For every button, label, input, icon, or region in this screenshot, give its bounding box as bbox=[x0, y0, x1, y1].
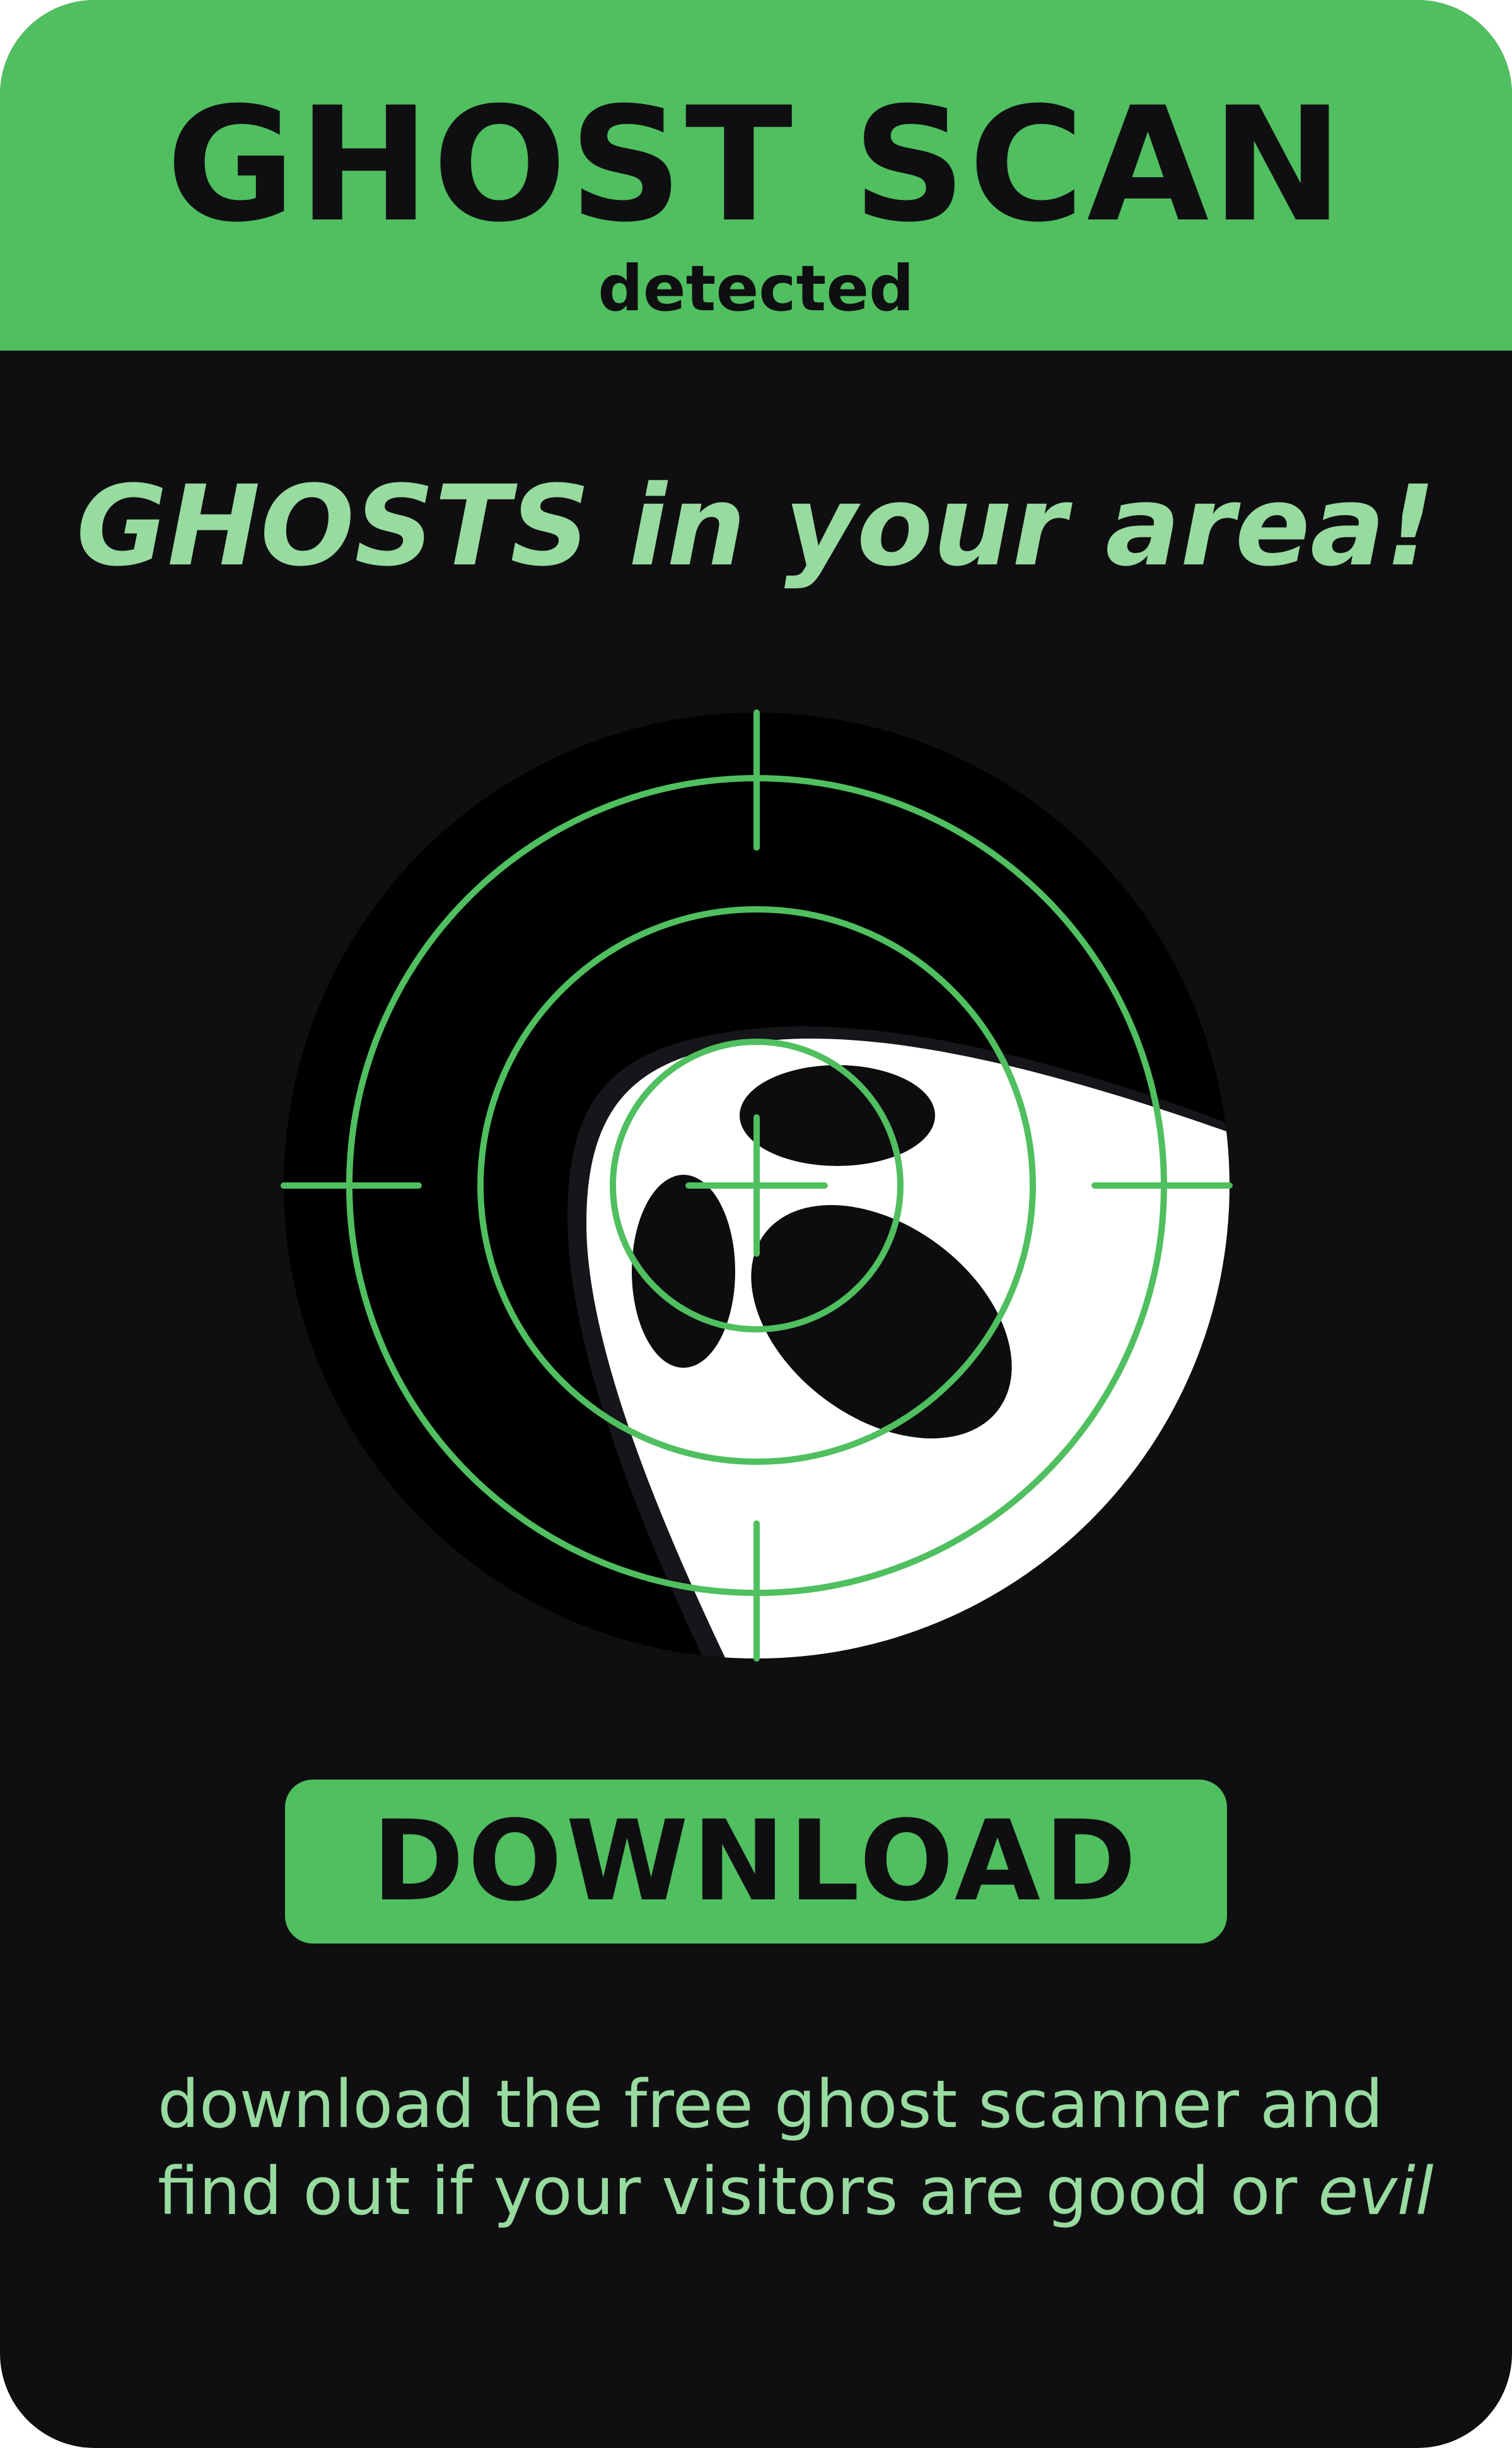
app-subtitle: detected bbox=[598, 252, 914, 325]
app-title: GHOST SCAN bbox=[166, 73, 1346, 257]
ghost-icon bbox=[567, 1026, 1230, 1658]
description-line-1: download the free ghost scanner and bbox=[158, 2066, 1383, 2143]
download-button[interactable]: DOWNLOAD bbox=[285, 1780, 1227, 1944]
description-line-2-text: find out if your visitors are good or bbox=[158, 2153, 1318, 2230]
download-button-label: DOWNLOAD bbox=[371, 1797, 1141, 1926]
ad-card: GHOST SCAN detected GHOSTS in your area! bbox=[0, 0, 1512, 2448]
description-line-2: find out if your visitors are good or ev… bbox=[158, 2148, 1434, 2235]
scanner-graphic bbox=[281, 709, 1233, 1662]
ghost-right-eye bbox=[740, 1065, 935, 1166]
headline: GHOSTS in your area! bbox=[76, 462, 1436, 591]
description-emphasis: evil bbox=[1318, 2153, 1434, 2230]
description-text: download the free ghost scanner and find… bbox=[158, 2061, 1434, 2235]
ghost-left-eye bbox=[632, 1175, 735, 1368]
header-banner: GHOST SCAN detected bbox=[0, 0, 1512, 351]
